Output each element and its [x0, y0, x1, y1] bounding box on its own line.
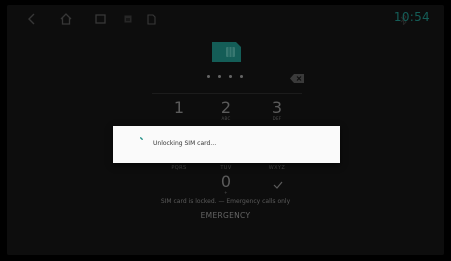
progress-spinner-icon	[139, 137, 143, 141]
lockscreen: 10:54 1 2 ABC 3 DEF PQRS TUV WXYZ 0 + SI…	[7, 5, 444, 255]
progress-dialog: Unlocking SIM card…	[113, 126, 340, 163]
dialog-message: Unlocking SIM card…	[153, 140, 217, 147]
